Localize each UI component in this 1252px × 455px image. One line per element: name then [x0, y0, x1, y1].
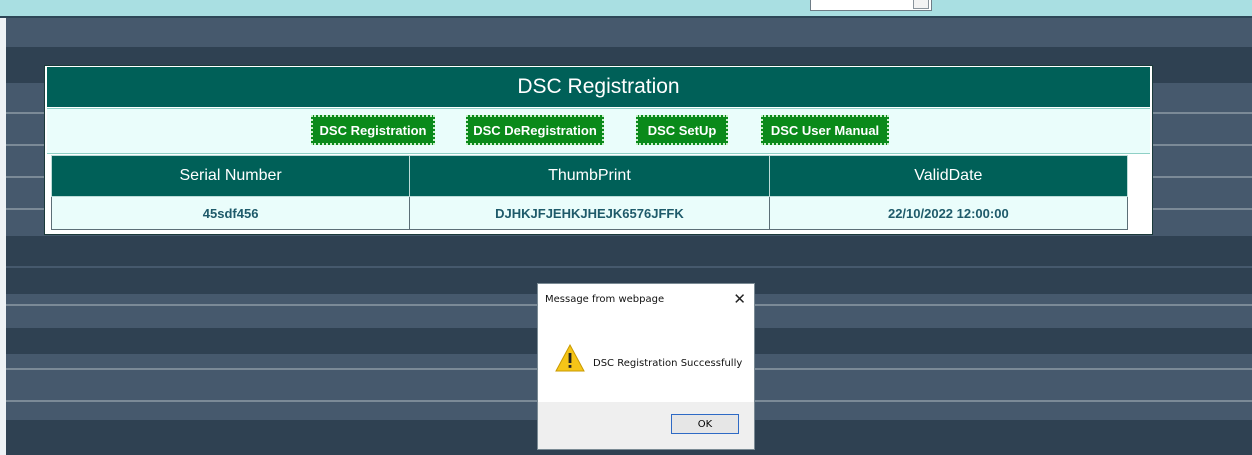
dsc-deregistration-button[interactable]: DSC DeRegistration: [466, 115, 604, 145]
column-header-serial-number: Serial Number: [50, 155, 411, 197]
table-row: 45sdf456 DJHKJFJEHKJHEJK6576JFFK 22/10/2…: [50, 196, 1129, 230]
dsc-registration-button[interactable]: DSC Registration: [311, 115, 435, 145]
button-row: DSC Registration DSC DeRegistration DSC …: [47, 108, 1150, 154]
dsc-table: Serial Number ThumbPrint ValidDate 45sdf…: [50, 155, 1129, 230]
dialog-title: Message from webpage: [545, 294, 665, 305]
dialog-footer: OK: [538, 402, 754, 449]
top-strip: [0, 0, 1252, 18]
column-header-thumbprint: ThumbPrint: [409, 155, 770, 197]
cell-serial-number: 45sdf456: [50, 196, 411, 230]
dsc-panel: DSC Registration DSC Registration DSC De…: [44, 65, 1153, 235]
message-dialog: Message from webpage ✕ DSC Registration …: [537, 283, 755, 450]
dsc-user-manual-button[interactable]: DSC User Manual: [761, 115, 889, 145]
top-dropdown[interactable]: [810, 0, 932, 11]
dialog-message: DSC Registration Successfully: [593, 358, 743, 369]
table-header-row: Serial Number ThumbPrint ValidDate: [50, 155, 1129, 197]
column-header-valid-date: ValidDate: [768, 155, 1129, 197]
dropdown-arrow-icon[interactable]: [913, 0, 929, 9]
warning-icon: [555, 344, 585, 372]
cell-valid-date: 22/10/2022 12:00:00: [768, 196, 1129, 230]
dark-band: [6, 236, 1252, 266]
ok-button[interactable]: OK: [671, 414, 739, 434]
close-icon[interactable]: ✕: [733, 290, 746, 308]
cell-thumbprint: DJHKJFJEHKJHEJK6576JFFK: [409, 196, 770, 230]
dsc-setup-button[interactable]: DSC SetUp: [636, 115, 728, 145]
panel-title: DSC Registration: [47, 67, 1150, 107]
